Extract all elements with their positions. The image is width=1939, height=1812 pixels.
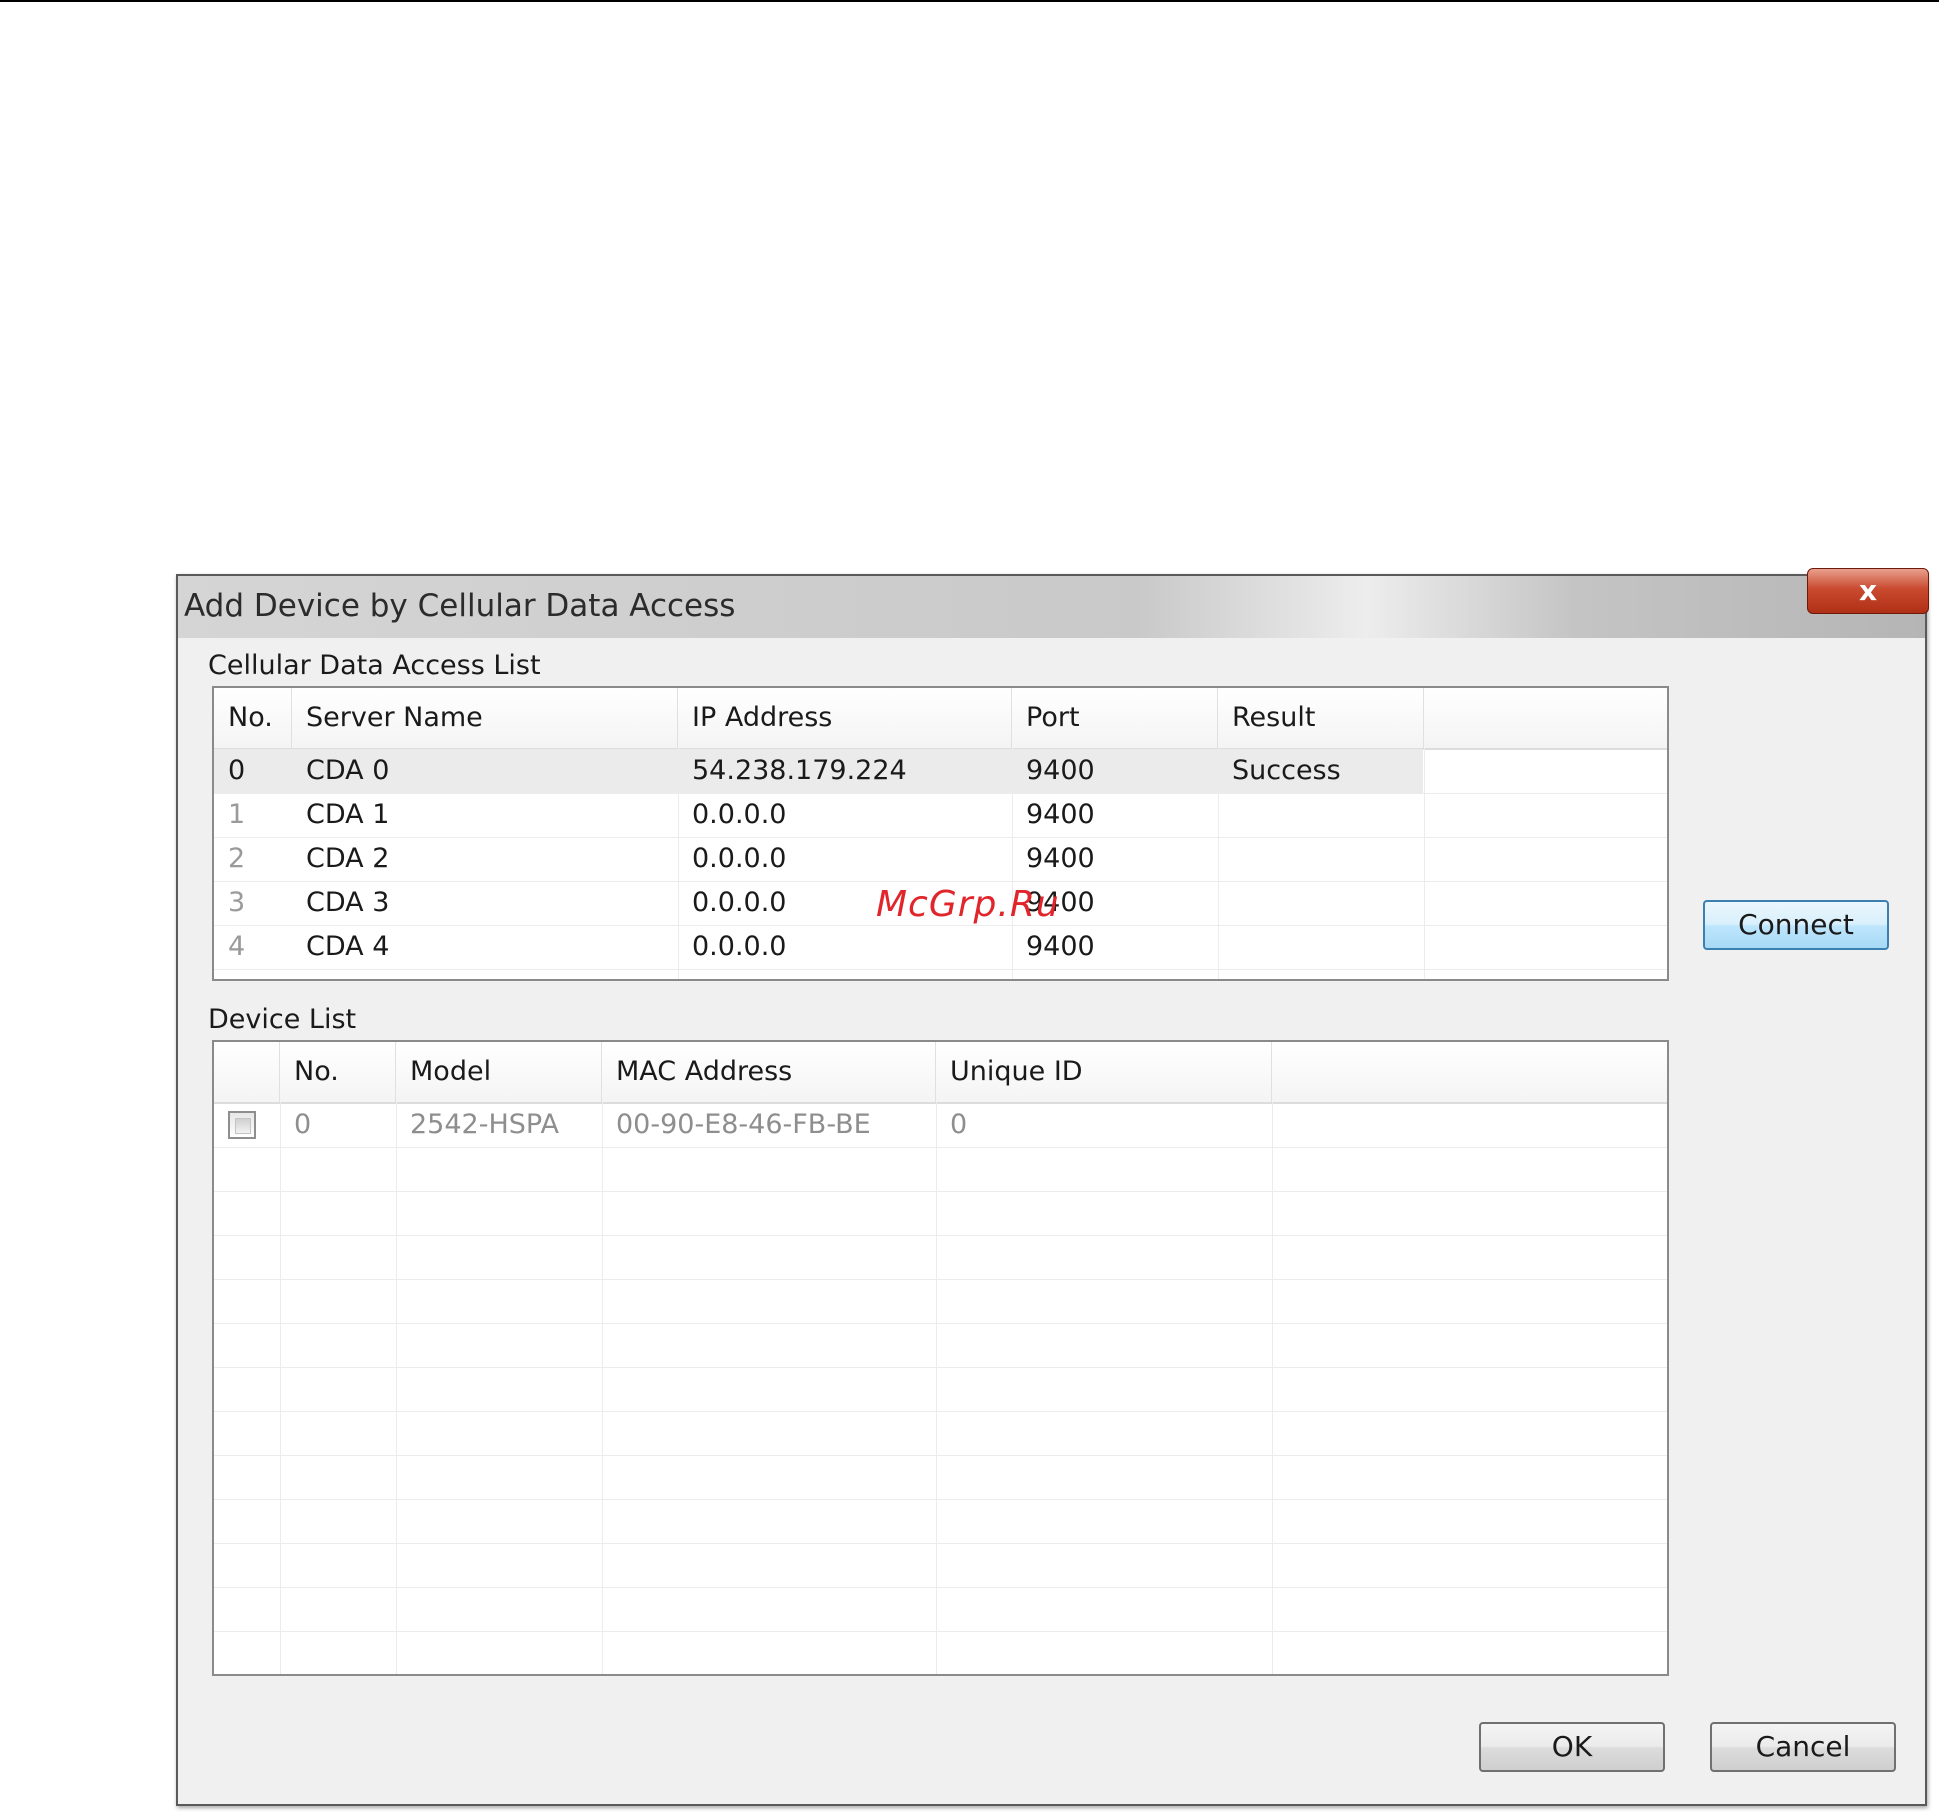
cda-row[interactable]: 4 CDA 4 0.0.0.0 9400 bbox=[214, 925, 1667, 970]
device-cell-model: 2542-HSPA bbox=[410, 1109, 559, 1140]
cda-cell-server-name: CDA 3 bbox=[306, 887, 390, 918]
cda-cell-result bbox=[1218, 793, 1232, 837]
device-list-header: No. Model MAC Address Unique ID bbox=[214, 1042, 1667, 1104]
device-col-no[interactable]: No. bbox=[280, 1042, 396, 1102]
device-empty-row bbox=[214, 1455, 1667, 1500]
device-empty-row bbox=[214, 1323, 1667, 1368]
device-empty-row bbox=[214, 1587, 1667, 1632]
device-col-check[interactable] bbox=[214, 1042, 280, 1102]
cda-cell-no: 0 bbox=[228, 755, 246, 786]
ok-button[interactable]: OK bbox=[1479, 1722, 1665, 1772]
cda-row[interactable]: 2 CDA 2 0.0.0.0 9400 bbox=[214, 837, 1667, 882]
device-empty-row bbox=[214, 1499, 1667, 1544]
cda-cell-port: 9400 bbox=[1026, 843, 1095, 874]
device-empty-row bbox=[214, 1235, 1667, 1280]
device-list-table[interactable]: No. Model MAC Address Unique ID 0 2542-H… bbox=[212, 1040, 1669, 1676]
cda-cell-server-name: CDA 1 bbox=[306, 799, 390, 830]
cda-cell-no: 4 bbox=[228, 931, 246, 962]
cda-cell-ip: 0.0.0.0 bbox=[692, 931, 787, 962]
connect-button[interactable]: Connect bbox=[1703, 900, 1889, 950]
cda-cell-no: 3 bbox=[228, 887, 246, 918]
cda-list-label: Cellular Data Access List bbox=[208, 650, 541, 681]
cda-cell-result bbox=[1218, 881, 1232, 925]
dialog-titlebar[interactable]: Add Device by Cellular Data Access x bbox=[178, 568, 1929, 639]
cda-col-ip-address[interactable]: IP Address bbox=[678, 688, 1012, 748]
dialog-client-area: Cellular Data Access List No. Server Nam… bbox=[178, 638, 1925, 1804]
cda-cell-server-name: CDA 0 bbox=[306, 755, 390, 786]
cda-list-header: No. Server Name IP Address Port Result bbox=[214, 688, 1667, 750]
device-empty-row bbox=[214, 1543, 1667, 1588]
device-empty-row bbox=[214, 1279, 1667, 1324]
device-col-unique-id[interactable]: Unique ID bbox=[936, 1042, 1272, 1102]
device-row[interactable]: 0 2542-HSPA 00-90-E8-46-FB-BE 0 bbox=[214, 1103, 1667, 1148]
cda-cell-result bbox=[1218, 837, 1232, 881]
device-cell-no: 0 bbox=[294, 1109, 312, 1140]
cda-col-no[interactable]: No. bbox=[214, 688, 292, 748]
device-cell-unique-id: 0 bbox=[950, 1109, 968, 1140]
cda-cell-server-name: CDA 4 bbox=[306, 931, 390, 962]
device-col-mac-address[interactable]: MAC Address bbox=[602, 1042, 936, 1102]
page-top-rule bbox=[0, 0, 1939, 2]
device-empty-row bbox=[214, 1367, 1667, 1412]
cda-cell-result: Success bbox=[1232, 755, 1341, 786]
device-empty-row bbox=[214, 1411, 1667, 1456]
cda-cell-port: 9400 bbox=[1026, 931, 1095, 962]
cda-cell-ip: 0.0.0.0 bbox=[692, 799, 787, 830]
cda-col-server-name[interactable]: Server Name bbox=[292, 688, 678, 748]
device-col-model[interactable]: Model bbox=[396, 1042, 602, 1102]
watermark-text: McGrp.Ru bbox=[876, 884, 1060, 925]
dialog-title: Add Device by Cellular Data Access bbox=[184, 588, 736, 624]
cancel-button[interactable]: Cancel bbox=[1710, 1722, 1896, 1772]
cda-cell-no: 2 bbox=[228, 843, 246, 874]
cda-cell-result bbox=[1218, 925, 1232, 969]
cda-list-table[interactable]: No. Server Name IP Address Port Result 0… bbox=[212, 686, 1669, 981]
close-icon: x bbox=[1858, 574, 1878, 607]
cda-row[interactable]: 1 CDA 1 0.0.0.0 9400 bbox=[214, 793, 1667, 838]
device-cell-mac: 00-90-E8-46-FB-BE bbox=[616, 1109, 871, 1140]
device-list-label: Device List bbox=[208, 1004, 357, 1035]
cda-col-port[interactable]: Port bbox=[1012, 688, 1218, 748]
cda-row[interactable]: 0 CDA 0 54.238.179.224 9400 Success bbox=[214, 749, 1667, 794]
add-device-dialog: Add Device by Cellular Data Access x Cel… bbox=[176, 568, 1929, 1806]
close-button[interactable]: x bbox=[1807, 568, 1929, 614]
cda-cell-ip: 54.238.179.224 bbox=[692, 755, 907, 786]
cda-cell-port: 9400 bbox=[1026, 799, 1095, 830]
cda-col-result[interactable]: Result bbox=[1218, 688, 1424, 748]
cda-cell-ip: 0.0.0.0 bbox=[692, 887, 787, 918]
cda-cell-ip: 0.0.0.0 bbox=[692, 843, 787, 874]
device-empty-row bbox=[214, 1191, 1667, 1236]
cda-cell-server-name: CDA 2 bbox=[306, 843, 390, 874]
device-empty-row bbox=[214, 1147, 1667, 1192]
cda-cell-no: 1 bbox=[228, 799, 246, 830]
cda-cell-port: 9400 bbox=[1026, 755, 1095, 786]
device-select-checkbox[interactable] bbox=[228, 1111, 256, 1139]
